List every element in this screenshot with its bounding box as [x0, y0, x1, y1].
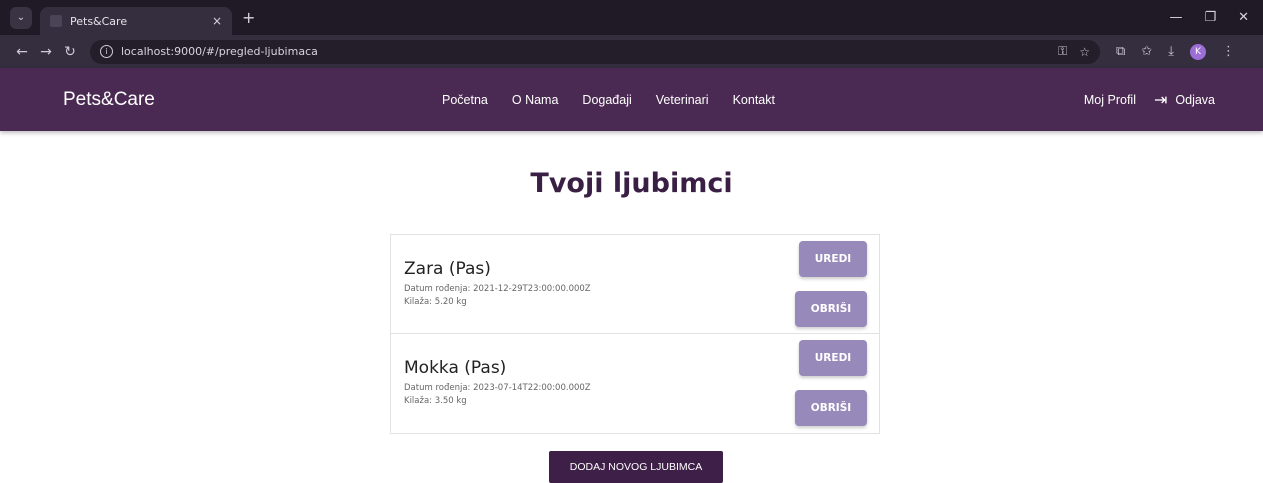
user-nav: Moj Profil ⇥ Odjava: [1084, 90, 1215, 110]
profile-avatar[interactable]: K: [1189, 43, 1206, 60]
pet-card: Mokka (Pas) Datum rođenja: 2023-07-14T22…: [391, 334, 879, 433]
tab-title: Pets&Care: [70, 14, 128, 28]
add-new-pet-button[interactable]: DODAJ NOVOG LJUBIMCA: [549, 451, 723, 483]
page-title: Tvoji ljubimci: [530, 168, 733, 199]
browser-tab-bar: ⌄ Pets&Care × + — ❐ ✕: [0, 0, 1263, 35]
pet-birth-date: Datum rođenja: 2023-07-14T22:00:00.000Z: [404, 383, 591, 393]
back-arrow-icon[interactable]: ←: [10, 44, 34, 60]
url-text: localhost:9000/#/pregled-ljubimaca: [121, 45, 318, 58]
url-input[interactable]: i localhost:9000/#/pregled-ljubimaca ⚿ ☆: [90, 39, 1100, 64]
password-key-icon[interactable]: ⚿: [1058, 44, 1067, 59]
delete-pet-button[interactable]: OBRIŠI: [795, 291, 867, 327]
pet-card: Zara (Pas) Datum rođenja: 2021-12-29T23:…: [391, 235, 879, 334]
pet-name: Mokka (Pas): [404, 358, 507, 378]
my-profile-link[interactable]: Moj Profil: [1084, 93, 1136, 107]
main-nav: Početna O Nama Događaji Veterinari Konta…: [442, 93, 799, 107]
restore-icon[interactable]: ❐: [1204, 10, 1216, 25]
nav-link-dogadjaji[interactable]: Događaji: [582, 93, 631, 107]
window-controls: — ❐ ✕: [1169, 0, 1255, 35]
extensions-icon[interactable]: ⧉: [1116, 44, 1125, 59]
download-icon[interactable]: ⤓: [1168, 44, 1174, 59]
browser-tab[interactable]: Pets&Care ×: [40, 7, 232, 35]
browser-toolbar-icons: ⧉ ✩ ⤓ K ⋮: [1116, 43, 1235, 60]
reload-icon[interactable]: ↻: [58, 44, 82, 60]
bookmark-star-icon[interactable]: ☆: [1079, 45, 1090, 59]
minimize-icon[interactable]: —: [1169, 10, 1182, 25]
browser-address-bar: ← → ↻ i localhost:9000/#/pregled-ljubima…: [0, 35, 1263, 68]
pet-name: Zara (Pas): [404, 259, 491, 279]
forward-arrow-icon[interactable]: →: [34, 44, 58, 60]
pet-birth-date: Datum rođenja: 2021-12-29T23:00:00.000Z: [404, 284, 591, 294]
favicon-icon: [50, 15, 62, 27]
logout-link[interactable]: Odjava: [1175, 93, 1215, 107]
edit-pet-button[interactable]: UREDI: [799, 241, 867, 277]
brand-logo[interactable]: Pets&Care: [63, 89, 155, 111]
pet-weight: Kilaža: 5.20 kg: [404, 297, 467, 307]
tab-close-icon[interactable]: ×: [212, 14, 222, 28]
nav-link-kontakt[interactable]: Kontakt: [733, 93, 775, 107]
nav-link-veterinari[interactable]: Veterinari: [656, 93, 709, 107]
logout-icon[interactable]: ⇥: [1154, 90, 1167, 110]
nav-link-pocetna[interactable]: Početna: [442, 93, 488, 107]
delete-pet-button[interactable]: OBRIŠI: [795, 390, 867, 426]
nav-link-o-nama[interactable]: O Nama: [512, 93, 559, 107]
menu-kebab-icon[interactable]: ⋮: [1222, 44, 1235, 59]
new-tab-icon[interactable]: +: [242, 8, 255, 27]
bookmarks-icon[interactable]: ✩: [1141, 44, 1152, 59]
pet-list: Zara (Pas) Datum rođenja: 2021-12-29T23:…: [390, 234, 880, 434]
pet-weight: Kilaža: 3.50 kg: [404, 396, 467, 406]
edit-pet-button[interactable]: UREDI: [799, 340, 867, 376]
close-window-icon[interactable]: ✕: [1238, 10, 1249, 25]
site-header: Pets&Care Početna O Nama Događaji Veteri…: [0, 68, 1263, 131]
tab-search-chevron-icon[interactable]: ⌄: [10, 6, 32, 29]
site-info-icon[interactable]: i: [100, 45, 113, 58]
